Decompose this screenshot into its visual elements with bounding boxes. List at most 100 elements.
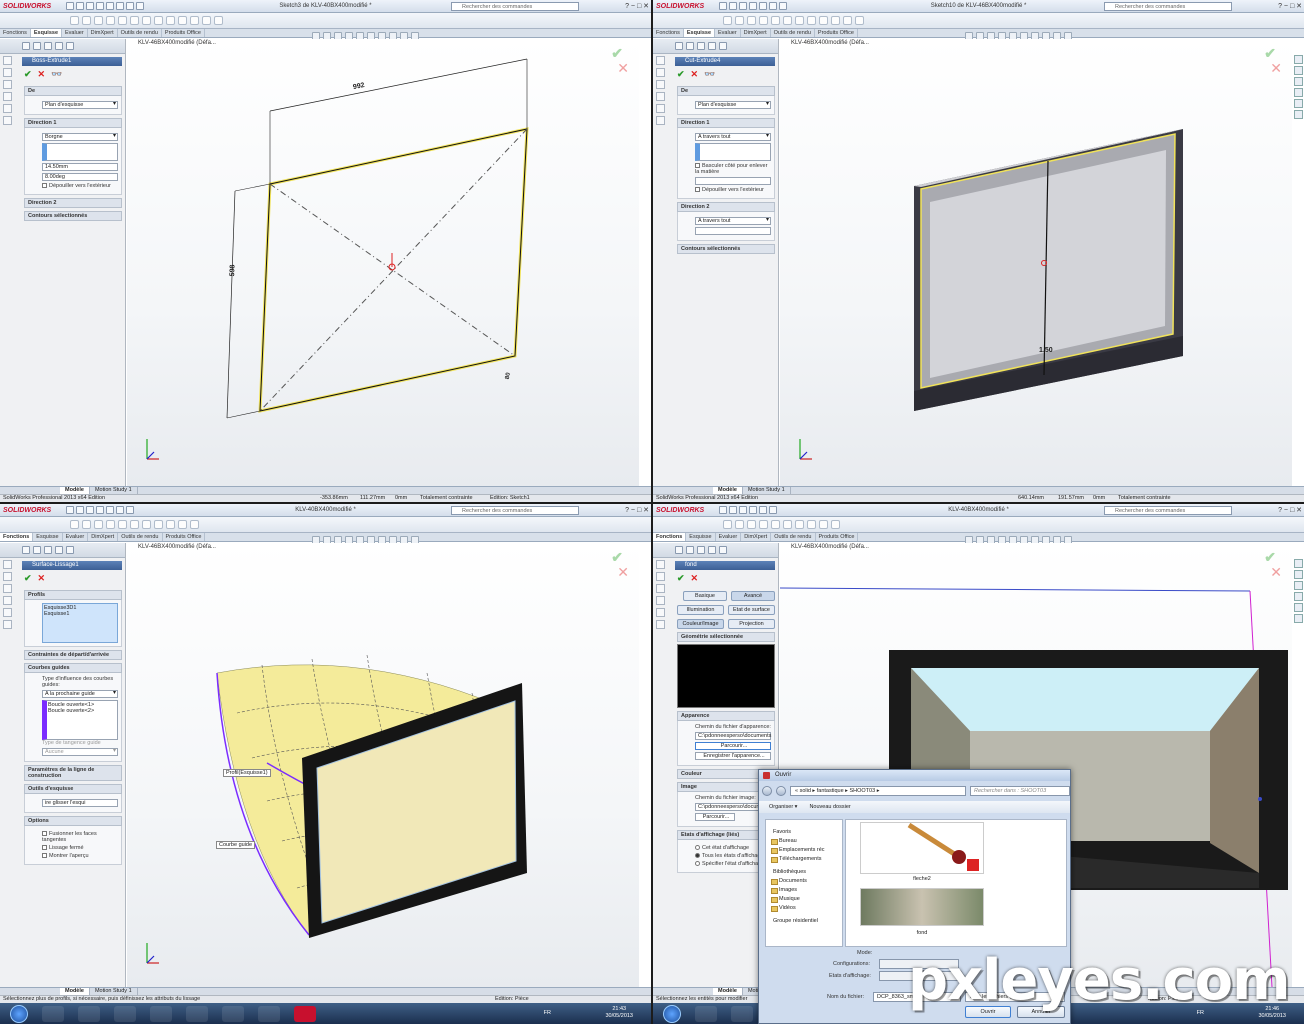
shell-icon[interactable] (819, 520, 828, 529)
save-icon[interactable] (86, 506, 94, 514)
draft-icon[interactable] (831, 520, 840, 529)
undo-icon[interactable] (759, 506, 767, 514)
section-params[interactable]: Paramètres de la ligne de construction (24, 765, 122, 781)
config-tab-icon[interactable] (697, 546, 705, 554)
undo-icon[interactable] (759, 2, 767, 10)
appearances-icon[interactable] (1293, 603, 1303, 612)
feature-tree-root[interactable]: KLV-46BX400modifié (Défa... (138, 40, 216, 46)
tab-surface-finish[interactable]: Etat de surface (728, 605, 775, 615)
fillet-icon[interactable] (783, 520, 792, 529)
new-icon[interactable] (66, 2, 74, 10)
pattern-icon[interactable] (795, 520, 804, 529)
open-icon[interactable] (76, 2, 84, 10)
feature-tree-tab-icon[interactable] (675, 42, 683, 50)
closed-loft-checkbox[interactable]: Lissage fermé (42, 845, 118, 851)
influence-select[interactable]: A la prochaine guide (42, 690, 118, 698)
tab-illumination[interactable]: Illumination (677, 605, 724, 615)
circle-icon[interactable] (94, 16, 103, 25)
nav-documents[interactable]: Documents (769, 876, 839, 885)
de-select[interactable]: Plan d'esquisse (42, 101, 118, 109)
ie-taskbar-icon[interactable] (695, 1005, 717, 1022)
draft-outward-checkbox[interactable]: Dépouiller vers l'extérieur (42, 183, 118, 189)
detail-preview-icon[interactable]: 👓 (51, 69, 62, 80)
select-icon[interactable] (769, 2, 777, 10)
firefox-taskbar-icon[interactable] (150, 1005, 172, 1022)
palette-icon[interactable] (1293, 88, 1303, 97)
arc-icon[interactable] (759, 16, 768, 25)
feature-tree-tab-icon[interactable] (22, 42, 30, 50)
print-icon[interactable] (749, 2, 757, 10)
tab-motion-study[interactable]: Motion Study 1 (90, 487, 138, 494)
tab-model[interactable]: Modèle (60, 988, 90, 995)
flip-side-checkbox[interactable]: Basculer côté pour enlever la matière (695, 163, 771, 175)
guide-list[interactable]: Boucle ouverte<1> Boucle ouverte<2> (42, 700, 118, 740)
loft-icon[interactable] (759, 520, 768, 529)
trim-icon[interactable] (783, 16, 792, 25)
detail-preview-icon[interactable]: 👓 (704, 69, 715, 80)
organize-button[interactable]: Organiser ▾ (769, 801, 797, 813)
nav-desktop[interactable]: Bureau (769, 836, 839, 845)
spline-icon[interactable] (118, 16, 127, 25)
start-button[interactable] (10, 1004, 28, 1023)
section-direction2[interactable]: Direction 2 (677, 202, 775, 212)
back-icon[interactable] (762, 786, 772, 796)
task-icon-1[interactable] (656, 56, 665, 65)
repair-icon[interactable] (855, 16, 864, 25)
dimxpert-tab-icon[interactable] (708, 42, 716, 50)
rib-icon[interactable] (154, 520, 163, 529)
task-icon-4[interactable] (656, 92, 665, 101)
mirror-icon[interactable] (807, 16, 816, 25)
ok-button[interactable]: ✔ (677, 573, 685, 584)
forward-icon[interactable] (776, 786, 786, 796)
callout-profile[interactable]: Profil(Esquisse1) (223, 769, 271, 777)
options-icon[interactable] (136, 2, 144, 10)
draft-angle2-input[interactable] (695, 227, 771, 235)
new-icon[interactable] (719, 2, 727, 10)
geometry-selection-box[interactable] (677, 644, 775, 708)
save-icon[interactable] (739, 2, 747, 10)
tab-motion-study[interactable]: Motion Study 1 (90, 988, 138, 995)
property-tab-icon[interactable] (686, 546, 694, 554)
section-geometry[interactable]: Géométrie sélectionnée (677, 632, 775, 642)
window-controls[interactable]: ? − □ ✕ (1278, 2, 1302, 10)
cancel-button[interactable]: ✕ (38, 573, 46, 584)
config-tab-icon[interactable] (44, 546, 52, 554)
tab-fonctions[interactable]: Fonctions (653, 29, 684, 37)
config-tab-icon[interactable] (697, 42, 705, 50)
viewport[interactable]: 992 598 80 (127, 39, 639, 486)
search-input[interactable]: Rechercher des commandes (451, 2, 579, 11)
feature-tree-tab-icon[interactable] (22, 546, 30, 554)
library-icon[interactable] (1293, 66, 1303, 75)
file-thumb-fond[interactable] (860, 888, 984, 926)
rebuild-icon[interactable] (779, 2, 787, 10)
section-courbes[interactable]: Courbes guides (24, 663, 122, 673)
task-icon-6[interactable] (3, 620, 12, 629)
task-icon-6[interactable] (656, 620, 665, 629)
drag-sketch-button[interactable]: ire glisser l'esqui (42, 799, 118, 807)
section-options[interactable]: Options (24, 816, 122, 826)
offset-icon[interactable] (795, 16, 804, 25)
merge-tangent-checkbox[interactable]: Fusionner les faces tangentes (42, 831, 118, 843)
tab-projection[interactable]: Projection (728, 619, 775, 629)
ok-button[interactable]: ✔ (677, 69, 685, 80)
draft-icon[interactable] (178, 520, 187, 529)
task-icon-5[interactable] (3, 608, 12, 617)
tab-model[interactable]: Modèle (713, 487, 743, 494)
feature-tree-root[interactable]: KLV-46BX400modifié (Défa... (791, 544, 869, 550)
window-controls[interactable]: ? − □ ✕ (625, 506, 649, 514)
feature-tree-root[interactable]: KLV-46BX400modifié (Défa... (138, 544, 216, 550)
task-icon-4[interactable] (656, 596, 665, 605)
display-tab-icon[interactable] (719, 546, 727, 554)
media-taskbar-icon[interactable] (114, 1005, 136, 1022)
tab-outils-rendu[interactable]: Outils de rendu (118, 29, 162, 37)
crumb[interactable]: fantastique (817, 788, 844, 794)
arc-icon[interactable] (106, 16, 115, 25)
tab-fonctions[interactable]: Fonctions (653, 533, 687, 541)
search-input[interactable]: Rechercher des commandes (1104, 2, 1232, 11)
rebuild-icon[interactable] (126, 2, 134, 10)
task-icon-2[interactable] (3, 68, 12, 77)
trim-icon[interactable] (130, 16, 139, 25)
file-name-fleche2[interactable]: fleche2 (860, 876, 984, 882)
end-condition2-select[interactable]: A travers tout (695, 217, 771, 225)
boundary-icon[interactable] (118, 520, 127, 529)
